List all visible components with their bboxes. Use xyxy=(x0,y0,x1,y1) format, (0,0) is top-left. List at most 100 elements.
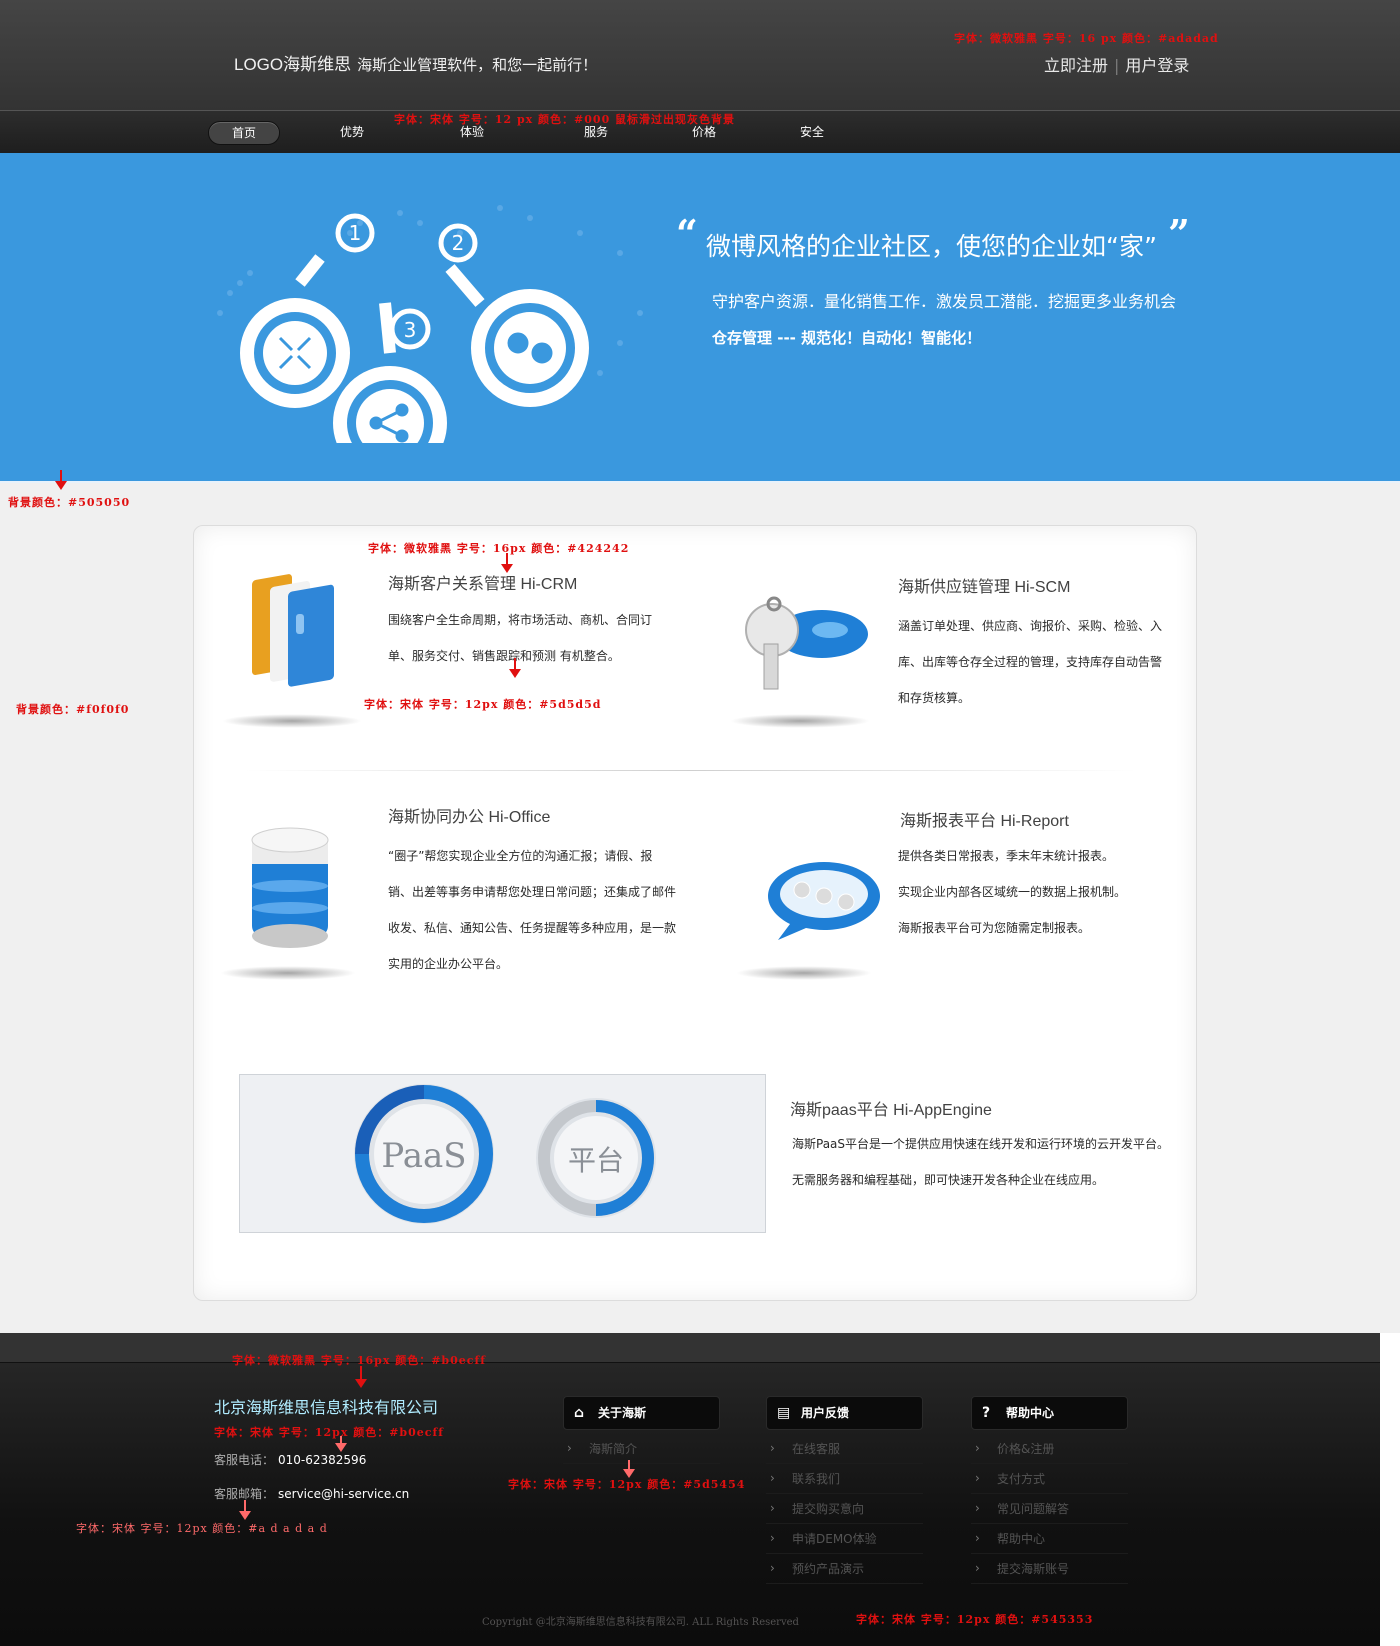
paas-badges: PaaS 平台 xyxy=(354,1084,656,1224)
annotation-footer-list-font: 字体：宋体 字号：12px 颜色：#5d5454 xyxy=(508,1478,746,1491)
footer-link-help-center[interactable]: 帮助中心 xyxy=(971,1523,1128,1554)
nav-item-security[interactable]: 安全 xyxy=(772,121,852,145)
logo[interactable]: LOGO海斯维思 海斯企业管理软件，和您一起前行！ xyxy=(234,50,597,75)
annotation-header-font: 字体：微软雅黑 字号：16 px 颜色：#adadad xyxy=(954,32,1219,45)
product-desc-crm: 围绕客户全生命周期，将市场活动、商机、合同订 单、服务交付、销售跟踪和预测 有机… xyxy=(388,602,652,674)
nav-item-advantages[interactable]: 优势 xyxy=(312,121,392,145)
desc-line: 无需服务器和编程基础，即可快速开发各种企业在线应用。 xyxy=(792,1173,1105,1187)
product-title-report[interactable]: 海斯报表平台 Hi-Report xyxy=(900,807,1069,831)
footer-heading-label: 用户反馈 xyxy=(801,1406,850,1420)
footer-link-showcase[interactable]: 预约产品演示 xyxy=(766,1553,923,1584)
product-title-office[interactable]: 海斯协同办公 Hi-Office xyxy=(388,803,550,827)
product-shadow xyxy=(222,714,362,728)
desc-line: 和存货核算。 xyxy=(898,691,971,705)
company-name: 北京海斯维思信息科技有限公司 xyxy=(214,1398,439,1417)
desc-line: 海斯报表平台可为您随需定制报表。 xyxy=(898,921,1091,935)
question-icon: ? xyxy=(982,1405,991,1421)
nav-item-home[interactable]: 首页 xyxy=(208,121,280,145)
product-desc-paas: 海斯PaaS平台是一个提供应用快速在线开发和运行环境的云开发平台。 无需服务器和… xyxy=(792,1126,1169,1198)
step-number-2: 2 xyxy=(452,231,465,255)
phone-label: 客服电话： xyxy=(214,1453,275,1467)
annotation-arrow xyxy=(509,658,521,678)
section-divider xyxy=(245,770,1137,771)
login-link[interactable]: 用户登录 xyxy=(1125,56,1189,75)
desc-line: 销、出差等事务申请帮您处理日常问题；还集成了邮件 xyxy=(388,885,677,899)
footer-column-about: ⌂ 关于海斯 海斯简介 xyxy=(563,1396,720,1464)
footer-link-account[interactable]: 提交海斯账号 xyxy=(971,1553,1128,1584)
product-desc-office: “圈子”帮您实现企业全方位的沟通汇报；请假、报 销、出差等事务申请帮您处理日常问… xyxy=(388,838,676,982)
step-number-1: 1 xyxy=(349,221,362,245)
paas-label: PaaS xyxy=(381,1136,466,1176)
product-title-scm[interactable]: 海斯供应链管理 Hi-SCM xyxy=(898,573,1070,597)
annotation-contact-font: 字体：宋体 字号：12px 颜色：#a d a d a d xyxy=(76,1522,328,1535)
footer-link-contact[interactable]: 联系我们 xyxy=(766,1463,923,1494)
annotation-copyright-font: 字体：宋体 字号：12px 颜色：#545353 xyxy=(856,1613,1094,1626)
footer-link-payment[interactable]: 支付方式 xyxy=(971,1463,1128,1494)
key-icon xyxy=(745,596,868,690)
product-title-paas[interactable]: 海斯paas平台 Hi-AppEngine xyxy=(790,1096,992,1120)
footer-link-faq[interactable]: 常见问题解答 xyxy=(971,1493,1128,1524)
footer-link-online-support[interactable]: 在线客服 xyxy=(766,1433,923,1464)
annotation-banner-bg: 背景颜色：#505050 xyxy=(8,496,131,509)
copyright: Copyright @北京海斯维思信息科技有限公司. ALL Rights Re… xyxy=(482,1617,799,1628)
folders-icon xyxy=(252,574,334,687)
footer-links-about: 海斯简介 xyxy=(563,1433,720,1464)
product-shadow xyxy=(736,966,872,980)
desc-line: 涵盖订单处理、供应商、询报价、采购、检验、入 xyxy=(898,619,1163,633)
product-shadow xyxy=(220,966,356,980)
auth-links: 立即注册 | 用户登录 xyxy=(1044,52,1189,76)
product-desc-scm: 涵盖订单处理、供应商、询报价、采购、检验、入 库、出库等仓存全过程的管理，支持库… xyxy=(898,608,1162,716)
footer-heading-label: 关于海斯 xyxy=(598,1406,647,1420)
phone-number[interactable]: 010-62382596 xyxy=(278,1453,366,1467)
auth-separator: | xyxy=(1114,56,1120,75)
footer-heading-help[interactable]: ? 帮助中心 xyxy=(971,1396,1128,1430)
hero-illustration: 1 3 2 xyxy=(217,205,643,443)
footer-link-intro[interactable]: 海斯简介 xyxy=(563,1433,720,1464)
annotation-desc-font: 字体：宋体 字号：12px 颜色：#5d5d5d xyxy=(364,698,602,711)
desc-line: 实用的企业办公平台。 xyxy=(388,957,509,971)
footer-link-purchase[interactable]: 提交购买意向 xyxy=(766,1493,923,1524)
annotation-arrow xyxy=(623,1460,635,1478)
product-shadow xyxy=(730,714,870,728)
annotation-arrow xyxy=(239,1500,251,1520)
annotation-arrow xyxy=(55,470,67,490)
site-header: LOGO海斯维思 海斯企业管理软件，和您一起前行！ 立即注册 | 用户登录 xyxy=(0,0,1400,110)
desc-line: 库、出库等仓存全过程的管理，支持库存自动告警 xyxy=(898,655,1163,669)
annotation-arrow xyxy=(335,1436,347,1452)
close-quote: ” xyxy=(1168,211,1190,256)
footer-heading-about[interactable]: ⌂ 关于海斯 xyxy=(563,1396,720,1430)
banner-subtitle: 守护客户资源．量化销售工作．激发员工潜能．挖掘更多业务机会 xyxy=(712,292,1177,311)
database-icon xyxy=(251,827,329,948)
annotation-content-bg: 背景颜色：#f0f0f0 xyxy=(16,703,130,716)
document-icon: ▤ xyxy=(777,1405,791,1421)
footer-column-help: ? 帮助中心 价格&注册 支付方式 常见问题解答 帮助中心 提交海斯账号 xyxy=(971,1396,1128,1584)
footer-link-demo[interactable]: 申请DEMO体验 xyxy=(766,1523,923,1554)
desc-line: “圈子”帮您实现企业全方位的沟通汇报；请假、报 xyxy=(388,849,653,863)
slogan: 海斯企业管理软件，和您一起前行！ xyxy=(357,57,598,74)
chat-bubble-icon xyxy=(768,862,880,940)
annotation-phone-font: 字体：宋体 字号：12px 颜色：#b0ecff xyxy=(214,1426,444,1439)
banner-title: 微博风格的企业社区，使您的企业如“家” xyxy=(706,232,1157,261)
email-address[interactable]: service@hi-service.cn xyxy=(278,1487,409,1501)
annotation-company-font: 字体：微软雅黑 字号：16px 颜色：#b0ecff xyxy=(232,1354,486,1367)
home-icon: ⌂ xyxy=(574,1405,585,1421)
register-link[interactable]: 立即注册 xyxy=(1044,56,1108,75)
desc-line: 海斯PaaS平台是一个提供应用快速在线开发和运行环境的云开发平台。 xyxy=(792,1137,1170,1151)
support-phone: 客服电话： 010-62382596 xyxy=(214,1451,366,1468)
annotation-arrow xyxy=(501,553,513,573)
platform-label: 平台 xyxy=(568,1144,624,1177)
footer-column-feedback: ▤ 用户反馈 在线客服 联系我们 提交购买意向 申请DEMO体验 预约产品演示 xyxy=(766,1396,923,1584)
footer-heading-feedback[interactable]: ▤ 用户反馈 xyxy=(766,1396,923,1430)
desc-line: 围绕客户全生命周期，将市场活动、商机、合同订 xyxy=(388,613,653,627)
annotation-arrow xyxy=(355,1366,367,1388)
product-desc-report: 提供各类日常报表，季末年末统计报表。 实现企业内部各区域统一的数据上报机制。 海… xyxy=(898,838,1126,946)
desc-line: 实现企业内部各区域统一的数据上报机制。 xyxy=(898,885,1127,899)
annotation-title-font: 字体：微软雅黑 字号：16px 颜色：#424242 xyxy=(368,542,630,555)
logo-text: LOGO海斯维思 xyxy=(234,55,352,74)
paas-banner: PaaS 平台 xyxy=(239,1074,766,1233)
desc-line: 提供各类日常报表，季末年末统计报表。 xyxy=(898,849,1115,863)
open-quote: “ xyxy=(676,211,698,256)
product-title-crm[interactable]: 海斯客户关系管理 Hi-CRM xyxy=(388,570,577,594)
annotation-nav-font: 字体：宋体 字号：12 px 颜色：#000 鼠标滑过出现灰色背景 xyxy=(394,113,736,126)
footer-link-pricing[interactable]: 价格&注册 xyxy=(971,1433,1128,1464)
